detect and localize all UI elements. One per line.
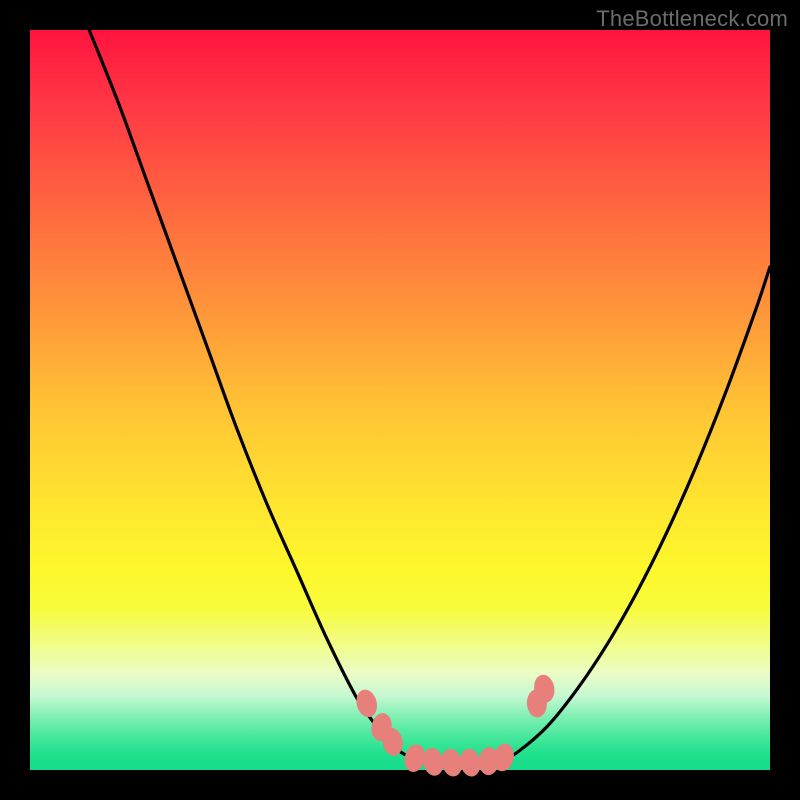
watermark-text: TheBottleneck.com (596, 6, 788, 32)
chart-frame: TheBottleneck.com (0, 0, 800, 800)
chart-svg (30, 30, 770, 770)
valley-markers (354, 673, 557, 778)
valley-marker (354, 687, 380, 719)
bottleneck-curve (89, 30, 770, 763)
